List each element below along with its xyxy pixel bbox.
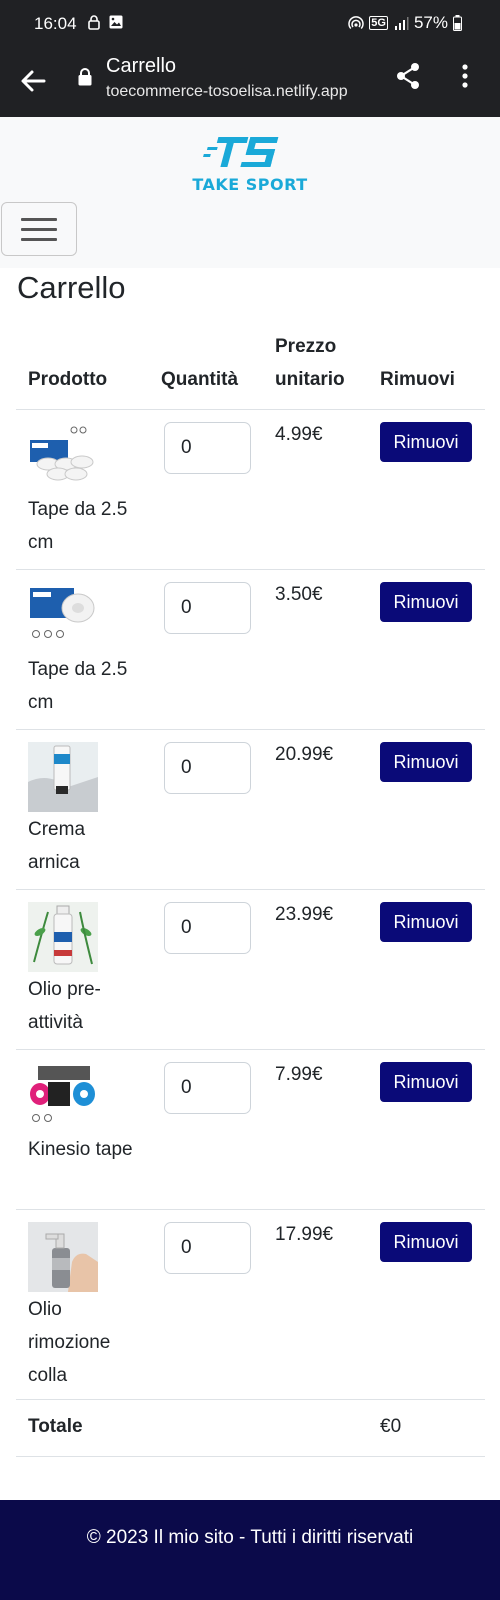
- status-left-icons: [86, 14, 124, 30]
- unit-price: 7.99€: [275, 1064, 323, 1085]
- column-quantity: Quantità: [161, 369, 239, 390]
- status-time: 16:04: [34, 14, 77, 33]
- site-logo[interactable]: TAKE SPORT: [190, 131, 310, 201]
- remove-button[interactable]: Rimuovi: [380, 902, 472, 942]
- column-price-line2: unitario: [275, 369, 345, 390]
- product-name: Kinesio tape: [28, 1139, 133, 1160]
- total-row: Totale €0: [16, 1400, 485, 1457]
- quantity-input[interactable]: [164, 1222, 251, 1274]
- back-arrow-icon[interactable]: [18, 66, 48, 96]
- table-row: Olio pre-attività 23.99€ Rimuovi: [16, 890, 485, 1050]
- navbar-toggle-button[interactable]: [1, 202, 77, 256]
- quantity-input[interactable]: [164, 1062, 251, 1114]
- browser-page-title[interactable]: Carrello: [106, 55, 176, 78]
- table-row: Tape da 2.5 cm 4.99€ Rimuovi: [16, 410, 485, 570]
- battery-percent: 57%: [413, 13, 448, 32]
- product-image-spray: [28, 1222, 98, 1292]
- network-type: 5G: [369, 16, 388, 30]
- share-icon[interactable]: [393, 61, 423, 91]
- product-name: Tape da 2.5 cm: [28, 659, 128, 713]
- hamburger-line: [21, 238, 57, 241]
- quantity-input[interactable]: [164, 902, 251, 954]
- lock-notification-icon: [88, 15, 100, 30]
- table-row: Kinesio tape 7.99€ Rimuovi: [16, 1050, 485, 1210]
- table-row: Tape da 2.5 cm 3.50€ Rimuovi: [16, 570, 485, 730]
- more-options-icon[interactable]: [455, 61, 475, 91]
- unit-price: 17.99€: [275, 1224, 334, 1245]
- product-image-tape: [28, 582, 98, 652]
- column-remove: Rimuovi: [380, 369, 455, 390]
- table-header: Prodotto Quantità Prezzo unitario Rimuov…: [16, 330, 485, 410]
- product-image-oil: [28, 902, 98, 972]
- browser-toolbar: Carrello toecommerce-tosoelisa.netlify.a…: [0, 48, 500, 117]
- remove-button[interactable]: Rimuovi: [380, 1062, 472, 1102]
- remove-button[interactable]: Rimuovi: [380, 742, 472, 782]
- remove-button[interactable]: Rimuovi: [380, 422, 472, 462]
- lock-icon: [78, 68, 92, 86]
- logo-text: TAKE SPORT: [192, 175, 308, 194]
- unit-price: 4.99€: [275, 424, 323, 445]
- ts-logo-icon: [203, 137, 279, 167]
- footer-copyright: © 2023 Il mio sito - Tutti i diritti ris…: [86, 1527, 414, 1548]
- column-price: Prezzo unitario: [275, 330, 345, 396]
- column-product: Prodotto: [28, 369, 108, 390]
- cart-table: Prodotto Quantità Prezzo unitario Rimuov…: [16, 330, 485, 1457]
- product-name: Olio pre-attività: [28, 979, 101, 1033]
- quantity-input[interactable]: [164, 742, 251, 794]
- status-right-icons: 5G 57%: [348, 13, 462, 33]
- cart-heading: Carrello: [17, 270, 126, 305]
- product-image-kinesio: [28, 1062, 98, 1132]
- signal-icon: [394, 17, 409, 30]
- gallery-notification-icon: [109, 15, 123, 29]
- unit-price: 3.50€: [275, 584, 323, 605]
- unit-price: 20.99€: [275, 744, 334, 765]
- hamburger-line: [21, 228, 57, 231]
- product-image-tape: [28, 422, 98, 492]
- product-name: Crema arnica: [28, 819, 86, 873]
- remove-button[interactable]: Rimuovi: [380, 582, 472, 622]
- product-image-cream: [28, 742, 98, 812]
- battery-icon: [453, 15, 462, 31]
- table-row: Crema arnica 20.99€ Rimuovi: [16, 730, 485, 890]
- hotspot-icon: [348, 16, 364, 30]
- quantity-input[interactable]: [164, 422, 251, 474]
- site-header: TAKE SPORT: [0, 117, 500, 268]
- product-name: Tape da 2.5 cm: [28, 499, 128, 553]
- table-row: Olio rimozione colla 17.99€ Rimuovi: [16, 1210, 485, 1400]
- product-name: Olio rimozione colla: [28, 1299, 111, 1386]
- browser-url[interactable]: toecommerce-tosoelisa.netlify.app: [106, 83, 348, 101]
- remove-button[interactable]: Rimuovi: [380, 1222, 472, 1262]
- hamburger-line: [21, 218, 57, 221]
- total-label: Totale: [28, 1416, 83, 1437]
- column-price-line1: Prezzo: [275, 336, 337, 357]
- unit-price: 23.99€: [275, 904, 334, 925]
- quantity-input[interactable]: [164, 582, 251, 634]
- status-bar: 16:04 5G 57%: [0, 0, 500, 48]
- site-footer: © 2023 Il mio sito - Tutti i diritti ris…: [0, 1500, 500, 1600]
- total-value: €0: [380, 1416, 402, 1437]
